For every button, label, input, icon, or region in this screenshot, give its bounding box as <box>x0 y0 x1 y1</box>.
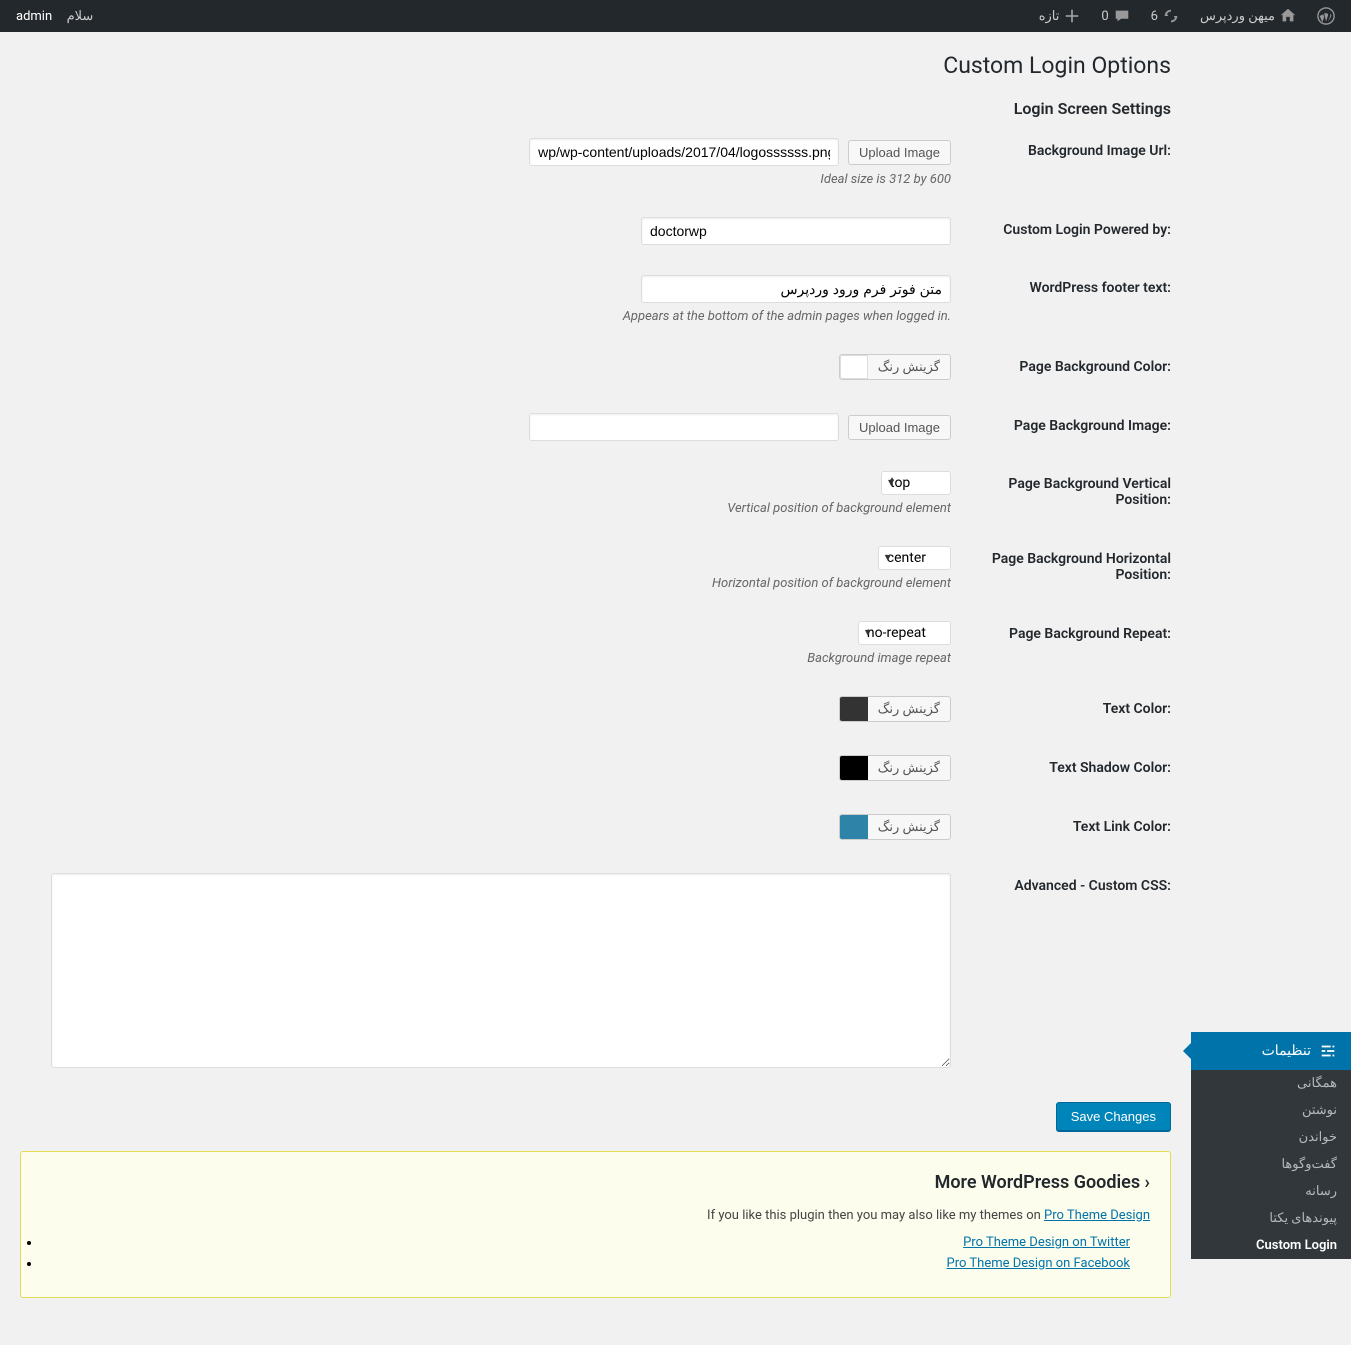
pro-theme-design-link[interactable]: Pro Theme Design <box>1044 1208 1150 1223</box>
custom-css-textarea[interactable] <box>51 873 951 1068</box>
goodies-intro: If you like this plugin then you may als… <box>41 1208 1150 1223</box>
bg-repeat-help: Background image repeat <box>20 651 951 666</box>
settings-icon <box>1319 1042 1337 1060</box>
wordpress-icon <box>1317 7 1335 25</box>
user-greeting[interactable]: سلام admin <box>10 9 99 24</box>
main-content: Custom Login Options Login Screen Settin… <box>0 32 1191 1345</box>
page-bg-image-input[interactable] <box>529 413 839 441</box>
goodies-twitter-link[interactable]: Pro Theme Design on Twitter <box>963 1235 1130 1250</box>
page-bg-color-label: Page Background Color: <box>951 354 1171 375</box>
sidebar-item-permalinks[interactable]: پیوندهای یکتا <box>1191 1205 1351 1232</box>
powered-by-input[interactable] <box>641 217 951 245</box>
admin-bar: میهن وردپرس 6 0 تازه سلام admin <box>0 0 1351 32</box>
footer-text-label: WordPress footer text: <box>951 275 1171 296</box>
save-changes-button[interactable]: Save Changes <box>1056 1102 1171 1131</box>
refresh-icon <box>1162 7 1180 25</box>
bg-v-pos-help: Vertical position of background element <box>20 501 951 516</box>
new-content-link[interactable]: تازه <box>1033 7 1088 25</box>
site-name: میهن وردپرس <box>1200 9 1275 24</box>
sidebar-item-writing[interactable]: نوشتن <box>1191 1097 1351 1124</box>
sidebar-item-reading[interactable]: خواندن <box>1191 1124 1351 1151</box>
text-shadow-color-picker[interactable]: گزینش رنگ <box>839 755 951 781</box>
text-shadow-color-label: Text Shadow Color: <box>951 755 1171 776</box>
powered-by-label: Custom Login Powered by: <box>951 217 1171 238</box>
sidebar-item-discussion[interactable]: گفت‌وگوها <box>1191 1151 1351 1178</box>
bg-h-pos-help: Horizontal position of background elemen… <box>20 576 951 591</box>
sidebar-settings-label: تنظیمات <box>1262 1043 1311 1059</box>
site-name-link[interactable]: میهن وردپرس <box>1194 7 1303 25</box>
bg-v-pos-label: Page Background Vertical Position: <box>951 471 1171 508</box>
updates-link[interactable]: 6 <box>1145 7 1186 25</box>
updates-count: 6 <box>1151 9 1158 24</box>
page-title: Custom Login Options <box>20 52 1171 79</box>
comments-count: 0 <box>1101 9 1108 24</box>
comments-link[interactable]: 0 <box>1095 7 1136 25</box>
goodies-title: More WordPress Goodies › <box>41 1172 1150 1193</box>
custom-css-label: Advanced - Custom CSS: <box>951 873 1171 894</box>
goodies-facebook-link[interactable]: Pro Theme Design on Facebook <box>947 1256 1130 1271</box>
sidebar-settings-header[interactable]: تنظیمات <box>1191 1032 1351 1070</box>
text-color-label: Text Color: <box>951 696 1171 717</box>
wp-logo[interactable] <box>1311 7 1341 25</box>
page-bg-color-button-text: گزینش رنگ <box>868 357 950 378</box>
bg-repeat-label: Page Background Repeat: <box>951 621 1171 642</box>
bg-image-upload-button[interactable]: Upload Image <box>848 140 951 165</box>
bg-repeat-select[interactable]: no-repeat <box>858 621 951 645</box>
comment-icon <box>1113 7 1131 25</box>
admin-sidebar: تنظیمات همگانی نوشتن خواندن گفت‌وگوها رس… <box>1191 32 1351 1345</box>
text-color-picker[interactable]: گزینش رنگ <box>839 696 951 722</box>
bg-h-pos-select[interactable]: center <box>878 546 951 570</box>
bg-v-pos-select[interactable]: top <box>881 471 951 495</box>
goodies-box: More WordPress Goodies › If you like thi… <box>20 1151 1171 1298</box>
footer-text-help: Appears at the bottom of the admin pages… <box>20 309 951 324</box>
bg-h-pos-label: Page Background Horizontal Position: <box>951 546 1171 583</box>
home-icon <box>1279 7 1297 25</box>
text-link-color-label: Text Link Color: <box>951 814 1171 835</box>
sidebar-item-general[interactable]: همگانی <box>1191 1070 1351 1097</box>
page-bg-color-picker[interactable]: گزینش رنگ <box>839 354 951 380</box>
sidebar-item-media[interactable]: رسانه <box>1191 1178 1351 1205</box>
text-shadow-color-swatch <box>840 756 868 780</box>
footer-text-input[interactable] <box>641 275 951 303</box>
section-title: Login Screen Settings <box>20 99 1171 118</box>
page-bg-color-swatch <box>840 355 868 379</box>
text-link-color-picker[interactable]: گزینش رنگ <box>839 814 951 840</box>
page-bg-image-upload-button[interactable]: Upload Image <box>848 415 951 440</box>
new-label: تازه <box>1039 9 1060 24</box>
bg-image-help: Ideal size is 312 by 600 <box>20 172 951 187</box>
text-color-swatch <box>840 697 868 721</box>
bg-image-url-input[interactable] <box>529 138 839 166</box>
bg-image-url-label: Background Image Url: <box>951 138 1171 159</box>
text-link-color-swatch <box>840 815 868 839</box>
plus-icon <box>1063 7 1081 25</box>
page-bg-image-label: Page Background Image: <box>951 413 1171 434</box>
sidebar-item-custom-login[interactable]: Custom Login <box>1191 1232 1351 1259</box>
